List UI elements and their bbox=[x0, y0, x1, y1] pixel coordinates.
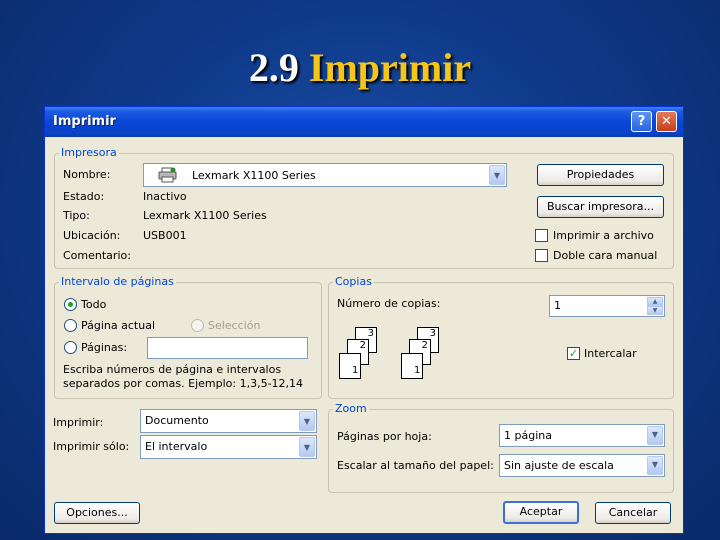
dialog-titlebar[interactable]: Imprimir ? ✕ bbox=[45, 107, 683, 137]
copies-spinner[interactable]: ▲ ▼ bbox=[647, 297, 663, 316]
printer-comment-label: Comentario: bbox=[63, 249, 131, 262]
dropdown-arrow-icon: ▼ bbox=[489, 165, 505, 185]
pages-input[interactable] bbox=[147, 337, 308, 359]
print-to-file-label[interactable]: Imprimir a archivo bbox=[553, 229, 654, 243]
spin-down-icon[interactable]: ▼ bbox=[647, 306, 663, 315]
accept-button[interactable]: Aceptar bbox=[503, 501, 579, 524]
dropdown-arrow-icon: ▼ bbox=[647, 426, 663, 445]
page-number: 1 bbox=[414, 365, 421, 376]
collate-illustration: 3 2 1 3 2 1 bbox=[337, 325, 447, 385]
scale-select[interactable]: Sin ajuste de escala ▼ bbox=[499, 454, 665, 477]
printer-location-value: USB001 bbox=[143, 229, 187, 242]
copies-count-input[interactable]: 1 ▲ ▼ bbox=[549, 295, 665, 317]
print-what-select[interactable]: Documento ▼ bbox=[140, 409, 317, 433]
print-only-label: Imprimir sólo: bbox=[53, 440, 130, 453]
page-range-group-label: Intervalo de páginas bbox=[59, 275, 176, 289]
slide-number: 2.9 bbox=[248, 45, 299, 90]
print-only-select[interactable]: El intervalo ▼ bbox=[140, 435, 317, 459]
dialog-title: Imprimir bbox=[53, 114, 116, 129]
check-icon: ✓ bbox=[568, 347, 579, 360]
page-number: 1 bbox=[352, 365, 359, 376]
manual-duplex-label[interactable]: Doble cara manual bbox=[553, 249, 657, 263]
copies-count-value: 1 bbox=[554, 299, 561, 312]
dropdown-arrow-icon: ▼ bbox=[299, 437, 315, 457]
range-all-radio[interactable] bbox=[64, 298, 77, 311]
range-all-label[interactable]: Todo bbox=[81, 298, 106, 312]
manual-duplex-checkbox[interactable] bbox=[535, 249, 548, 262]
zoom-group: Zoom bbox=[328, 402, 674, 493]
pages-per-sheet-value: 1 página bbox=[504, 429, 552, 442]
printer-group-label: Impresora bbox=[59, 146, 119, 160]
range-pages-label[interactable]: Páginas: bbox=[81, 341, 127, 355]
range-current-radio[interactable] bbox=[64, 319, 77, 332]
properties-button[interactable]: Propiedades bbox=[537, 164, 664, 186]
dropdown-arrow-icon: ▼ bbox=[647, 456, 663, 475]
page-sheet: 1 bbox=[339, 353, 361, 379]
slide-title-text: Imprimir bbox=[308, 45, 472, 90]
slide-title: 2.9 Imprimir bbox=[0, 44, 720, 92]
help-button[interactable]: ? bbox=[631, 111, 652, 132]
zoom-group-label: Zoom bbox=[333, 402, 369, 416]
print-what-value: Documento bbox=[145, 414, 209, 427]
printer-type-label: Tipo: bbox=[63, 209, 90, 222]
page-number: 3 bbox=[429, 328, 436, 339]
find-printer-button[interactable]: Buscar impresora... bbox=[537, 196, 664, 218]
radio-selected-dot bbox=[68, 302, 73, 307]
pages-per-sheet-label: Páginas por hoja: bbox=[337, 430, 432, 443]
dropdown-arrow-icon: ▼ bbox=[299, 411, 315, 431]
printer-name-select[interactable]: Lexmark X1100 Series ▼ bbox=[143, 163, 507, 187]
page-number: 2 bbox=[421, 340, 428, 351]
range-hint-line2: separados por comas. Ejemplo: 1,3,5-12,1… bbox=[63, 377, 304, 390]
range-hint-line1: Escriba números de página e intervalos bbox=[63, 363, 282, 376]
scale-label: Escalar al tamaño del papel: bbox=[337, 459, 494, 472]
close-button[interactable]: ✕ bbox=[656, 111, 677, 132]
printer-name-value: Lexmark X1100 Series bbox=[192, 169, 316, 182]
pages-per-sheet-select[interactable]: 1 página ▼ bbox=[499, 424, 665, 447]
spin-up-icon[interactable]: ▲ bbox=[647, 297, 663, 306]
collate-checkbox[interactable]: ✓ bbox=[567, 347, 580, 360]
print-to-file-checkbox[interactable] bbox=[535, 229, 548, 242]
range-selection-radio bbox=[191, 319, 204, 332]
printer-status-value: Inactivo bbox=[143, 190, 187, 203]
print-what-label: Imprimir: bbox=[53, 416, 104, 429]
options-button[interactable]: Opciones... bbox=[54, 502, 140, 524]
range-current-label[interactable]: Página actual bbox=[81, 319, 155, 333]
range-pages-radio[interactable] bbox=[64, 341, 77, 354]
copies-group-label: Copias bbox=[333, 275, 374, 289]
printer-location-label: Ubicación: bbox=[63, 229, 121, 242]
printer-type-value: Lexmark X1100 Series bbox=[143, 209, 267, 222]
printer-icon bbox=[158, 167, 178, 187]
page-sheet: 1 bbox=[401, 353, 423, 379]
printer-status-label: Estado: bbox=[63, 190, 105, 203]
print-only-value: El intervalo bbox=[145, 440, 208, 453]
print-dialog: Imprimir ? ✕ Impresora Nombre: Lexmark X… bbox=[44, 106, 684, 534]
page-number: 2 bbox=[359, 340, 366, 351]
range-selection-label: Selección bbox=[208, 319, 261, 332]
cancel-button[interactable]: Cancelar bbox=[595, 502, 671, 524]
copies-count-label: Número de copias: bbox=[337, 297, 441, 310]
page-number: 3 bbox=[367, 328, 374, 339]
printer-name-label: Nombre: bbox=[63, 168, 111, 181]
collate-label[interactable]: Intercalar bbox=[584, 347, 637, 361]
scale-value: Sin ajuste de escala bbox=[504, 459, 614, 472]
